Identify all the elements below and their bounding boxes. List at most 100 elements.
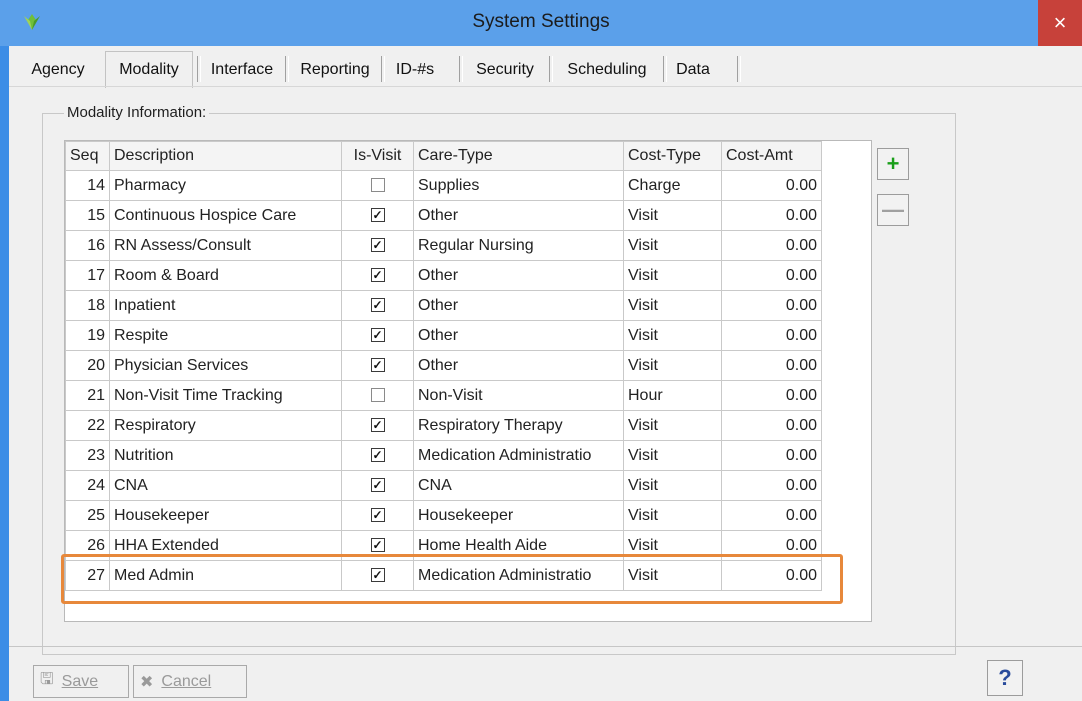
table-row[interactable]: 20 Physician Services ✓ Other Visit 0.00 xyxy=(65,350,822,381)
cell-description[interactable]: Nutrition xyxy=(109,440,342,471)
tab-security[interactable]: Security xyxy=(463,54,547,86)
cell-is-visit[interactable]: ✓ xyxy=(341,350,414,381)
is-visit-checkbox[interactable]: ✓ xyxy=(370,478,385,493)
cell-seq[interactable]: 18 xyxy=(65,290,110,321)
table-row[interactable]: 25 Housekeeper ✓ Housekeeper Visit 0.00 xyxy=(65,500,822,531)
cell-cost-type[interactable]: Visit xyxy=(623,470,722,501)
cell-cost-type[interactable]: Visit xyxy=(623,230,722,261)
tab-agency[interactable]: Agency xyxy=(17,54,99,86)
cell-description[interactable]: Inpatient xyxy=(109,290,342,321)
table-row[interactable]: 16 RN Assess/Consult ✓ Regular Nursing Visit… xyxy=(65,230,822,261)
cell-is-visit[interactable] xyxy=(341,170,414,201)
cell-cost-amt[interactable]: 0.00 xyxy=(721,410,822,441)
is-visit-checkbox[interactable]: ✓ xyxy=(370,538,385,553)
cell-is-visit[interactable]: ✓ xyxy=(341,260,414,291)
cell-cost-amt[interactable]: 0.00 xyxy=(721,350,822,381)
cell-cost-amt[interactable]: 0.00 xyxy=(721,440,822,471)
close-button[interactable]: × xyxy=(1038,0,1082,46)
cell-seq[interactable]: 20 xyxy=(65,350,110,381)
cell-cost-type[interactable]: Visit xyxy=(623,440,722,471)
cell-seq[interactable]: 22 xyxy=(65,410,110,441)
is-visit-checkbox[interactable]: ✓ xyxy=(370,448,385,463)
table-row[interactable]: 21 Non-Visit Time Tracking Non-Visit Hour 0.… xyxy=(65,380,822,411)
cell-cost-amt[interactable]: 0.00 xyxy=(721,470,822,501)
cell-is-visit[interactable]: ✓ xyxy=(341,500,414,531)
cell-seq[interactable]: 25 xyxy=(65,500,110,531)
cell-seq[interactable]: 21 xyxy=(65,380,110,411)
cell-description[interactable]: RN Assess/Consult xyxy=(109,230,342,261)
cell-care-type[interactable]: Non-Visit xyxy=(413,380,624,411)
cell-care-type[interactable]: Other xyxy=(413,200,624,231)
column-header-seq[interactable]: Seq xyxy=(65,141,110,171)
cell-description[interactable]: Respiratory xyxy=(109,410,342,441)
tab-modality[interactable]: Modality xyxy=(105,51,193,88)
is-visit-checkbox[interactable] xyxy=(370,178,385,193)
column-header-cost-type[interactable]: Cost-Type xyxy=(623,141,722,171)
title-bar[interactable]: System Settings × xyxy=(0,0,1082,46)
is-visit-checkbox[interactable]: ✓ xyxy=(370,508,385,523)
is-visit-checkbox[interactable]: ✓ xyxy=(370,328,385,343)
table-row[interactable]: 22 Respiratory ✓ Respiratory Therapy Visit 0.… xyxy=(65,410,822,441)
table-row[interactable]: 23 Nutrition ✓ Medication Administratio Visi… xyxy=(65,440,822,471)
cell-cost-type[interactable]: Visit xyxy=(623,500,722,531)
cell-description[interactable]: Non-Visit Time Tracking xyxy=(109,380,342,411)
cell-seq[interactable]: 16 xyxy=(65,230,110,261)
is-visit-checkbox[interactable]: ✓ xyxy=(370,268,385,283)
is-visit-checkbox[interactable]: ✓ xyxy=(370,298,385,313)
tab-scheduling[interactable]: Scheduling xyxy=(553,54,661,86)
cell-cost-amt[interactable]: 0.00 xyxy=(721,500,822,531)
help-button[interactable]: ? xyxy=(987,660,1023,696)
cell-cost-amt[interactable]: 0.00 xyxy=(721,380,822,411)
cell-description[interactable]: CNA xyxy=(109,470,342,501)
is-visit-checkbox[interactable]: ✓ xyxy=(370,358,385,373)
cell-cost-amt[interactable]: 0.00 xyxy=(721,320,822,351)
column-header-description[interactable]: Description xyxy=(109,141,342,171)
tab-interface[interactable]: Interface xyxy=(201,54,283,86)
cell-care-type[interactable]: Other xyxy=(413,290,624,321)
modality-grid[interactable]: Seq Description Is-Visit Care-Type Cost-… xyxy=(64,140,872,622)
cell-cost-amt[interactable]: 0.00 xyxy=(721,230,822,261)
cell-care-type[interactable]: Respiratory Therapy xyxy=(413,410,624,441)
column-header-is-visit[interactable]: Is-Visit xyxy=(341,141,414,171)
cell-cost-type[interactable]: Visit xyxy=(623,290,722,321)
cell-cost-type[interactable]: Hour xyxy=(623,380,722,411)
tab-id-numbers[interactable]: ID-#s xyxy=(385,54,445,86)
column-header-cost-amt[interactable]: Cost-Amt xyxy=(721,141,822,171)
cell-is-visit[interactable]: ✓ xyxy=(341,440,414,471)
is-visit-checkbox[interactable]: ✓ xyxy=(370,238,385,253)
cell-care-type[interactable]: Other xyxy=(413,260,624,291)
cell-care-type[interactable]: Regular Nursing xyxy=(413,230,624,261)
cell-cost-amt[interactable]: 0.00 xyxy=(721,200,822,231)
tab-reporting[interactable]: Reporting xyxy=(289,54,381,86)
column-header-care-type[interactable]: Care-Type xyxy=(413,141,624,171)
cell-care-type[interactable]: Other xyxy=(413,350,624,381)
table-row[interactable]: 17 Room & Board ✓ Other Visit 0.00 xyxy=(65,260,822,291)
cell-cost-type[interactable]: Visit xyxy=(623,260,722,291)
cell-is-visit[interactable] xyxy=(341,380,414,411)
cancel-button[interactable]: ✖ Cancel xyxy=(133,665,247,698)
cell-cost-type[interactable]: Visit xyxy=(623,350,722,381)
cell-cost-amt[interactable]: 0.00 xyxy=(721,170,822,201)
cell-care-type[interactable]: Medication Administratio xyxy=(413,440,624,471)
cell-description[interactable]: Room & Board xyxy=(109,260,342,291)
cell-is-visit[interactable]: ✓ xyxy=(341,290,414,321)
cell-is-visit[interactable]: ✓ xyxy=(341,230,414,261)
cell-is-visit[interactable]: ✓ xyxy=(341,320,414,351)
cell-cost-type[interactable]: Visit xyxy=(623,200,722,231)
table-row[interactable]: 24 CNA ✓ CNA Visit 0.00 xyxy=(65,470,822,501)
table-row[interactable]: 15 Continuous Hospice Care ✓ Other Visit 0.00 xyxy=(65,200,822,231)
cell-cost-type[interactable]: Visit xyxy=(623,410,722,441)
remove-row-button[interactable]: — xyxy=(877,194,909,226)
cell-seq[interactable]: 15 xyxy=(65,200,110,231)
cell-cost-type[interactable]: Charge xyxy=(623,170,722,201)
cell-seq[interactable]: 24 xyxy=(65,470,110,501)
cell-cost-amt[interactable]: 0.00 xyxy=(721,290,822,321)
cell-seq[interactable]: 23 xyxy=(65,440,110,471)
cell-description[interactable]: Respite xyxy=(109,320,342,351)
cell-cost-type[interactable]: Visit xyxy=(623,320,722,351)
cell-description[interactable]: Continuous Hospice Care xyxy=(109,200,342,231)
cell-is-visit[interactable]: ✓ xyxy=(341,470,414,501)
is-visit-checkbox[interactable]: ✓ xyxy=(370,418,385,433)
cell-care-type[interactable]: Supplies xyxy=(413,170,624,201)
tab-data[interactable]: Data xyxy=(667,54,719,86)
